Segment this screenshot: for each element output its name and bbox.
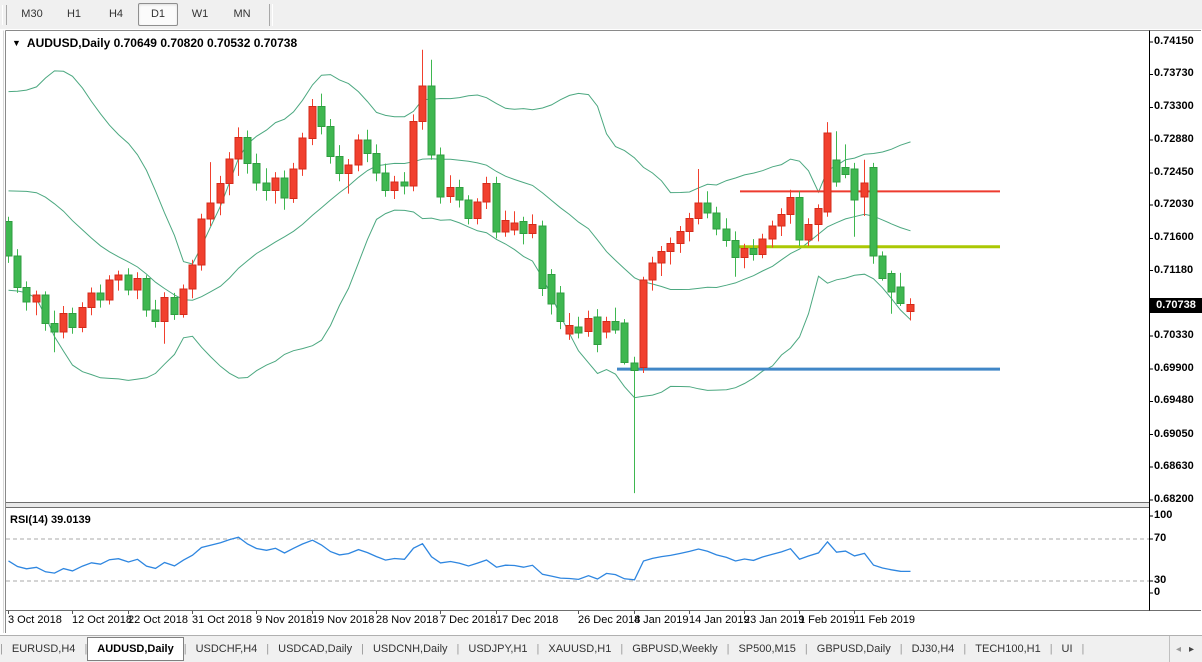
- rsi-axis-label: 100: [1154, 509, 1194, 521]
- timeframe-button-m30[interactable]: M30: [12, 3, 52, 26]
- tab-sp500-m15[interactable]: SP500,M15: [729, 637, 804, 661]
- mt4-window: M30 H1 H4 D1 W1 MN ▼ AUDUSD,Daily 0.7064…: [0, 0, 1202, 661]
- rsi-indicator-label: RSI(14) 39.0139: [10, 514, 91, 526]
- tab-scroll-left-icon[interactable]: ◂: [1176, 644, 1181, 655]
- rsi-axis-label: 70: [1154, 532, 1194, 544]
- time-axis-label: 22 Oct 2018: [128, 614, 188, 626]
- time-axis-label: 17 Dec 2018: [496, 614, 558, 626]
- toolbar-separator: [269, 4, 273, 26]
- tab-ui[interactable]: UI: [1053, 637, 1082, 661]
- price-axis-label: 0.74150: [1154, 35, 1202, 47]
- toolbar-grip[interactable]: [2, 5, 7, 25]
- rsi-axis-label: 30: [1154, 574, 1194, 586]
- time-axis-label: 14 Jan 2019: [689, 614, 750, 626]
- tab-usdcad-daily[interactable]: USDCAD,Daily: [269, 637, 361, 661]
- tab-usdchf-h4[interactable]: USDCHF,H4: [187, 637, 267, 661]
- price-axis-label: 0.72450: [1154, 166, 1202, 178]
- price-axis-label: 0.70330: [1154, 329, 1202, 341]
- tab-separator: |: [1082, 643, 1085, 655]
- timeframe-button-mn[interactable]: MN: [222, 3, 262, 26]
- time-axis-label: 26 Dec 2018: [578, 614, 640, 626]
- time-axis-label: 28 Nov 2018: [376, 614, 438, 626]
- rsi-axis-label: 0: [1154, 586, 1194, 598]
- price-axis-label: 0.72880: [1154, 133, 1202, 145]
- price-axis-label: 0.72030: [1154, 198, 1202, 210]
- timeframe-button-h4[interactable]: H4: [96, 3, 136, 26]
- price-axis-label: 0.73730: [1154, 67, 1202, 79]
- symbol-ohlc-line: ▼ AUDUSD,Daily 0.70649 0.70820 0.70532 0…: [12, 36, 297, 50]
- price-axis-label: 0.69900: [1154, 362, 1202, 374]
- price-axis-label: 0.73300: [1154, 100, 1202, 112]
- price-axis-label: 0.68200: [1154, 493, 1202, 505]
- price-axis-label: 0.69050: [1154, 428, 1202, 440]
- tab-dj30-h4[interactable]: DJ30,H4: [903, 637, 964, 661]
- tab-audusd-daily[interactable]: AUDUSD,Daily: [87, 637, 183, 661]
- price-axis-label: 0.68630: [1154, 460, 1202, 472]
- tab-usdjpy-h1[interactable]: USDJPY,H1: [459, 637, 536, 661]
- tab-gbpusd-weekly[interactable]: GBPUSD,Weekly: [623, 637, 726, 661]
- price-axis-label: 0.69480: [1154, 394, 1202, 406]
- timeframe-button-d1[interactable]: D1: [138, 3, 178, 26]
- tab-usdcnh-daily[interactable]: USDCNH,Daily: [364, 637, 457, 661]
- tab-tech100-h1[interactable]: TECH100,H1: [966, 637, 1049, 661]
- tab-scroll-buttons: ◂ ▸: [1169, 636, 1200, 662]
- time-axis-label: 19 Nov 2018: [312, 614, 374, 626]
- chart-window: ▼ AUDUSD,Daily 0.70649 0.70820 0.70532 0…: [0, 29, 1202, 635]
- time-axis-label: 7 Dec 2018: [440, 614, 496, 626]
- time-axis-label: 23 Jan 2019: [744, 614, 805, 626]
- price-axis-label: 0.71600: [1154, 231, 1202, 243]
- time-axis-label: 3 Oct 2018: [8, 614, 62, 626]
- price-axis-label: 0.71180: [1154, 264, 1202, 276]
- tab-eurusd-h4[interactable]: EURUSD,H4: [3, 637, 85, 661]
- time-axis-label: 1 Feb 2019: [799, 614, 855, 626]
- time-axis-label: 12 Oct 2018: [72, 614, 132, 626]
- timeframe-button-w1[interactable]: W1: [180, 3, 220, 26]
- tab-gbpusd-daily[interactable]: GBPUSD,Daily: [808, 637, 900, 661]
- timeframe-toolbar: M30 H1 H4 D1 W1 MN: [0, 0, 1202, 30]
- tab-scroll-right-icon[interactable]: ▸: [1189, 644, 1194, 655]
- timeframe-button-h1[interactable]: H1: [54, 3, 94, 26]
- tabs-holder: |EURUSD,H4|AUDUSD,Daily|USDCHF,H4|USDCAD…: [0, 637, 1084, 661]
- current-price-tag: 0.70738: [1150, 298, 1202, 313]
- chart-tab-bar: |EURUSD,H4|AUDUSD,Daily|USDCHF,H4|USDCAD…: [0, 635, 1202, 662]
- time-axis-label: 9 Nov 2018: [256, 614, 312, 626]
- time-axis-label: 31 Oct 2018: [192, 614, 252, 626]
- time-axis-label: 11 Feb 2019: [854, 614, 915, 626]
- symbol-dropdown-icon[interactable]: ▼: [12, 38, 21, 48]
- chart-canvas[interactable]: [0, 29, 1202, 635]
- tab-xauusd-h1[interactable]: XAUUSD,H1: [539, 637, 620, 661]
- time-axis-label: 4 Jan 2019: [634, 614, 688, 626]
- symbol-ohlc-text: AUDUSD,Daily 0.70649 0.70820 0.70532 0.7…: [27, 36, 297, 50]
